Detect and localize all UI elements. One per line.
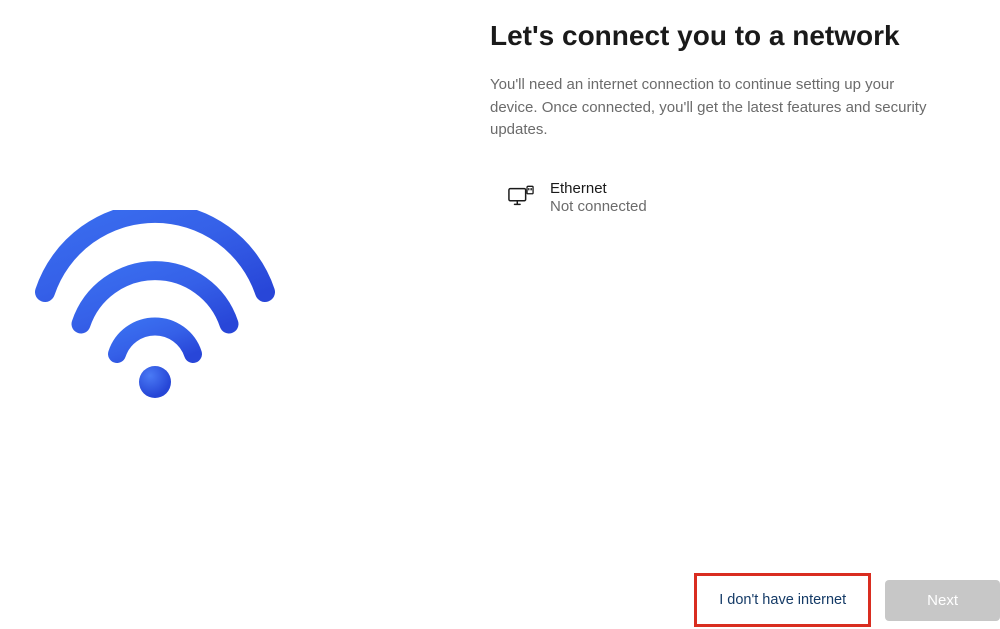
next-button[interactable]: Next <box>885 580 1000 621</box>
ethernet-icon <box>508 186 534 208</box>
illustration-panel <box>0 0 480 629</box>
wifi-icon <box>35 210 275 410</box>
network-list: Ethernet Not connected <box>490 174 970 221</box>
network-item-ethernet[interactable]: Ethernet Not connected <box>490 174 970 221</box>
footer-actions: I don't have internet Next <box>694 573 1000 627</box>
content-panel: Let's connect you to a network You'll ne… <box>490 18 970 221</box>
network-text: Ethernet Not connected <box>550 180 647 215</box>
page-subtitle: You'll need an internet connection to co… <box>490 74 930 142</box>
network-name: Ethernet <box>550 180 647 197</box>
page-title: Let's connect you to a network <box>490 18 970 54</box>
no-internet-button[interactable]: I don't have internet <box>701 580 864 620</box>
highlight-box: I don't have internet <box>694 573 871 627</box>
network-status: Not connected <box>550 198 647 215</box>
